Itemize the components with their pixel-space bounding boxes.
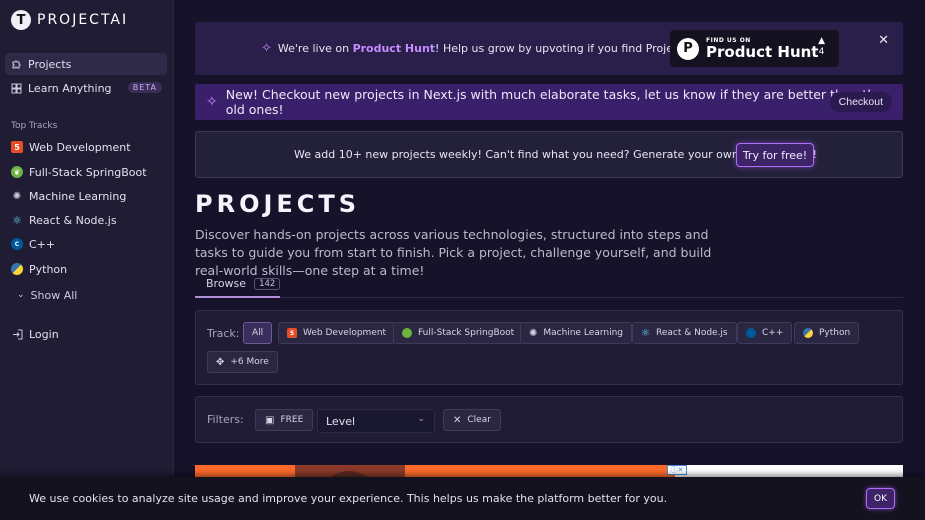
news-text: New! Checkout new projects in Next.js wi… <box>225 87 883 117</box>
python-icon <box>803 328 813 338</box>
sidebar-track-cpp[interactable]: C C++ <box>11 235 171 253</box>
brain-icon: ✺ <box>12 190 22 202</box>
top-tracks-heading: Top Tracks <box>11 121 58 131</box>
clear-filters-button[interactable]: ✕ Clear <box>443 409 501 431</box>
sparkle-icon: ✧ <box>261 41 272 56</box>
track-chip-web-development[interactable]: 5 Web Development <box>278 322 396 344</box>
sidebar-item-learn-anything[interactable]: Learn Anything BETA <box>5 77 167 99</box>
track-label: Python <box>29 262 68 276</box>
app-name: PROJECTAI <box>37 12 129 28</box>
sidebar-track-web-development[interactable]: 5 Web Development <box>11 138 171 156</box>
brain-icon: ✺ <box>529 327 538 339</box>
track-filter-label: Track: <box>207 327 240 340</box>
chip-label: Python <box>819 328 851 338</box>
ph-prefix: We're live on <box>277 42 350 55</box>
cpp-icon: C <box>11 238 23 250</box>
product-hunt-message: ✧ We're live on Product Hunt! Help us gr… <box>261 41 739 56</box>
chip-label: C++ <box>762 328 784 338</box>
spring-icon <box>402 328 412 338</box>
tab-label: Browse <box>206 277 247 290</box>
chip-label: All <box>252 328 264 338</box>
generate-banner: We add 10+ new projects weekly! Can't fi… <box>195 131 903 178</box>
level-select[interactable]: Level ⌄ <box>317 409 435 433</box>
sidebar-track-springboot[interactable]: ❦ Full-Stack SpringBoot <box>11 163 171 181</box>
chip-label: React & Node.js <box>655 328 728 338</box>
track-chip-python[interactable]: Python <box>794 322 860 344</box>
news-banner: ✧ New! Checkout new projects in Next.js … <box>195 84 903 120</box>
sidebar-track-react-node[interactable]: ⚛ React & Node.js <box>11 211 171 229</box>
close-icon[interactable]: ✕ <box>878 33 889 48</box>
sidebar: T PROJECTAI Projects Learn Anything BETA… <box>0 0 174 520</box>
react-icon: ⚛ <box>12 213 22 227</box>
track-chip-all[interactable]: All <box>243 322 273 344</box>
checkout-button[interactable]: Checkout <box>829 92 892 112</box>
cookie-ok-button[interactable]: OK <box>866 488 895 509</box>
track-label: Machine Learning <box>29 189 127 203</box>
product-hunt-link[interactable]: Product Hunt <box>353 42 435 55</box>
tab-count-badge: 142 <box>254 277 281 290</box>
track-chip-react-node[interactable]: ⚛ React & Node.js <box>632 322 737 344</box>
chip-label: +6 More <box>230 357 269 367</box>
sidebar-track-python[interactable]: Python <box>11 260 171 278</box>
chip-label: Clear <box>467 415 491 425</box>
ad-choices-icon[interactable]: ⓘ✕ <box>667 465 687 475</box>
cookie-banner: We use cookies to analyze site usage and… <box>0 477 925 520</box>
tab-bar: Browse 142 <box>195 271 903 298</box>
login-label: Login <box>29 327 59 341</box>
try-for-free-button[interactable]: Try for free! <box>736 143 814 167</box>
track-label: Full-Stack SpringBoot <box>29 165 147 179</box>
track-label: C++ <box>29 237 56 251</box>
track-chip-springboot[interactable]: Full-Stack SpringBoot <box>393 322 524 344</box>
app-logo[interactable]: T PROJECTAI <box>11 10 128 30</box>
product-hunt-banner: ✧ We're live on Product Hunt! Help us gr… <box>195 22 903 75</box>
sidebar-item-projects[interactable]: Projects <box>5 53 167 75</box>
chevron-down-icon: ⌄ <box>17 290 25 300</box>
chip-label: Machine Learning <box>543 328 623 338</box>
sidebar-track-machine-learning[interactable]: ✺ Machine Learning <box>11 187 171 205</box>
sidebar-item-label: Learn Anything <box>28 81 112 95</box>
ph-card-big: Product Hunt <box>706 43 819 61</box>
close-icon: ✕ <box>453 414 462 426</box>
cookie-text: We use cookies to analyze site usage and… <box>29 492 668 505</box>
login-button[interactable]: Login <box>11 325 171 343</box>
show-all-label: Show All <box>30 288 78 302</box>
html5-icon: 5 <box>287 328 297 338</box>
show-all-button[interactable]: ⌄ Show All <box>17 286 177 304</box>
login-icon <box>11 328 23 340</box>
track-chip-machine-learning[interactable]: ✺ Machine Learning <box>520 322 632 344</box>
free-filter-chip[interactable]: ▣ FREE <box>255 409 314 431</box>
spring-icon: ❦ <box>11 166 23 178</box>
product-hunt-card[interactable]: P FIND US ON Product Hunt ▲ 4 <box>670 30 839 67</box>
upvote-count: ▲ 4 <box>818 36 825 58</box>
logo-mark-icon: T <box>11 10 31 30</box>
sparkle-icon: ✧ <box>206 94 218 110</box>
track-label: Web Development <box>29 140 131 154</box>
track-label: React & Node.js <box>29 213 117 227</box>
upvote-triangle-icon: ▲ <box>818 36 825 46</box>
chip-label: FREE <box>280 415 304 425</box>
puzzle-icon <box>11 59 22 70</box>
track-filter-panel: Track: All 5 Web Development Full-Stack … <box>195 310 903 385</box>
more-tracks-button[interactable]: ✥ +6 More <box>207 351 278 373</box>
move-icon: ✥ <box>216 356 225 368</box>
sidebar-item-label: Projects <box>28 57 72 71</box>
track-chip-cpp[interactable]: C++ <box>737 322 793 344</box>
chip-label: Web Development <box>303 328 387 338</box>
product-hunt-logo-icon: P <box>677 37 699 60</box>
vote-number: 4 <box>818 47 825 57</box>
page-title: PROJECTS <box>195 190 361 218</box>
grid-icon <box>11 83 22 94</box>
cpp-icon <box>746 328 756 338</box>
level-value: Level <box>326 414 356 428</box>
react-icon: ⚛ <box>641 327 650 339</box>
tab-browse[interactable]: Browse 142 <box>195 271 281 298</box>
filters-panel: Filters: ▣ FREE Level ⌄ ✕ Clear <box>195 396 903 443</box>
chip-label: Full-Stack SpringBoot <box>418 328 515 338</box>
beta-badge: BETA <box>127 82 162 93</box>
filters-label: Filters: <box>207 413 244 426</box>
python-icon <box>11 263 23 275</box>
gift-icon: ▣ <box>265 414 275 426</box>
chevron-down-icon: ⌄ <box>417 414 425 424</box>
html5-icon: 5 <box>11 141 23 153</box>
